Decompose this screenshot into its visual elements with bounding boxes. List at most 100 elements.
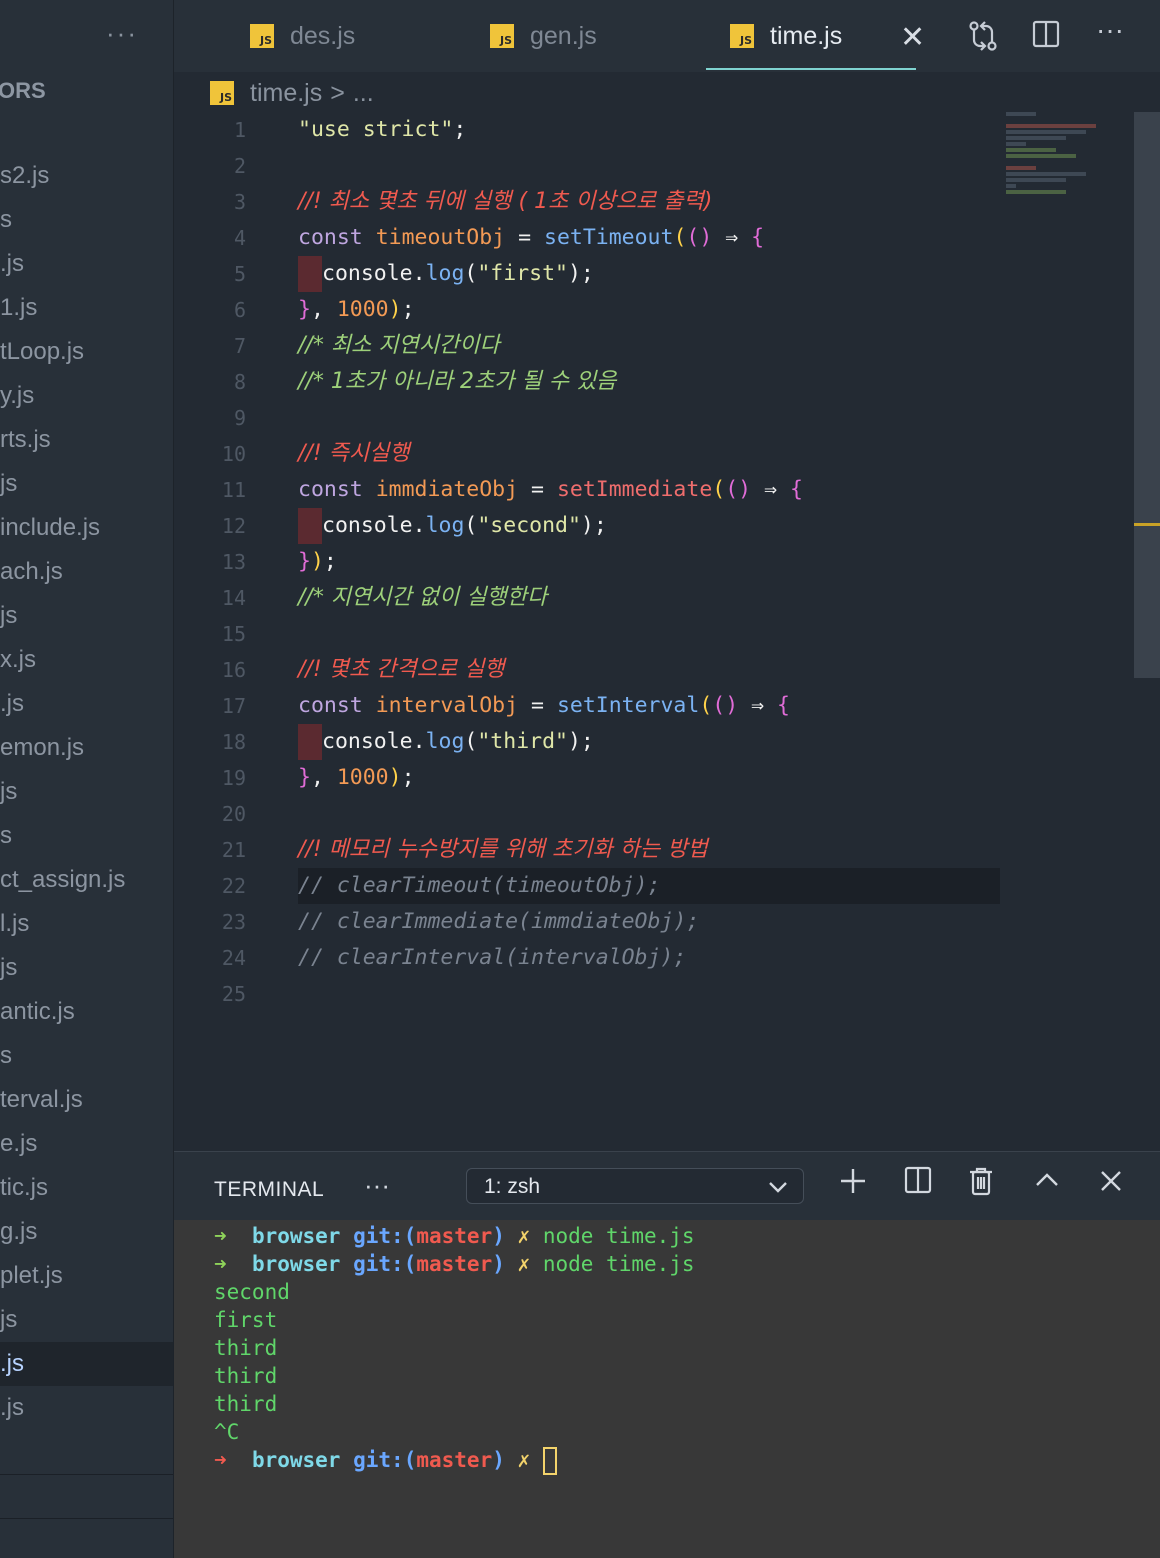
- sidebar-file-item[interactable]: emon.js: [0, 726, 173, 770]
- more-actions-icon[interactable]: ···: [364, 1170, 390, 1201]
- sidebar-file-item[interactable]: .js: [0, 242, 173, 286]
- line-number: 21: [221, 838, 246, 862]
- line-number: 17: [221, 694, 246, 718]
- sidebar-file-item[interactable]: .js: [0, 1342, 173, 1386]
- terminal-select[interactable]: 1: zsh: [466, 1168, 804, 1204]
- line-number: 1: [233, 118, 246, 142]
- line-number: 22: [221, 874, 246, 898]
- terminal-output-line: second: [214, 1280, 290, 1304]
- code-content[interactable]: "use strict"; //! 최소 몇초 뒤에 실행 ( 1초 이상으로 …: [298, 112, 1000, 1012]
- line-number: 4: [233, 226, 246, 250]
- sidebar-file-item[interactable]: .js: [0, 1386, 173, 1430]
- sidebar-file-item[interactable]: s: [0, 198, 173, 242]
- terminal-output-line: first: [214, 1308, 278, 1332]
- sidebar-file-item[interactable]: js: [0, 946, 173, 990]
- line-number-gutter: 1 2 3 4 5 6 7 8 9 10 11 12 13 14 15 16 17 18 19 20 21 22 23 24 2…: [174, 112, 272, 1012]
- sidebar-file-item[interactable]: js: [0, 462, 173, 506]
- terminal-output-line: third: [214, 1392, 278, 1416]
- code-line-7: //* 최소 지연시간이다: [298, 333, 500, 358]
- split-editor-icon[interactable]: [1032, 20, 1060, 55]
- more-actions-icon[interactable]: ···: [1096, 14, 1124, 46]
- js-file-icon: JS: [730, 24, 754, 48]
- code-line-23: // clearImmediate(immdiateObj);: [298, 909, 700, 934]
- split-terminal-icon[interactable]: [904, 1166, 932, 1202]
- prompt-arrow-icon: ➜: [214, 1224, 227, 1248]
- tab-gen-js[interactable]: JS gen.js: [490, 0, 597, 72]
- tab-terminal[interactable]: TERMINAL: [214, 1178, 324, 1202]
- close-panel-icon[interactable]: [1098, 1166, 1124, 1204]
- prompt-arrow-icon: ➜: [214, 1252, 227, 1276]
- code-line-11: const immdiateObj = setImmediate(() ⇒ {: [298, 477, 803, 502]
- close-tab-icon[interactable]: ✕: [900, 20, 925, 55]
- sidebar-file-item[interactable]: plet.js: [0, 1254, 173, 1298]
- more-actions-icon[interactable]: ···: [106, 18, 138, 49]
- sidebar-file-item[interactable]: e.js: [0, 1122, 173, 1166]
- code-line-3: //! 최소 몇초 뒤에 실행 ( 1초 이상으로 출력): [298, 189, 713, 214]
- line-number: 18: [221, 730, 246, 754]
- code-line-6: }, 1000);: [298, 297, 415, 322]
- divider: [0, 1474, 173, 1475]
- tab-des-js[interactable]: JS des.js: [250, 0, 355, 72]
- sidebar-file-item[interactable]: y.js: [0, 374, 173, 418]
- sidebar-file-item[interactable]: js: [0, 594, 173, 638]
- breadcrumb-symbols[interactable]: ...: [353, 79, 374, 108]
- new-terminal-icon[interactable]: [838, 1166, 868, 1204]
- sidebar-file-item[interactable]: terval.js: [0, 1078, 173, 1122]
- sidebar-file-item[interactable]: js: [0, 1298, 173, 1342]
- terminal-select-value: 1: zsh: [484, 1175, 541, 1198]
- line-number: 14: [221, 586, 246, 610]
- sidebar-file-item[interactable]: include.js: [0, 506, 173, 550]
- indent-guide: [298, 256, 322, 292]
- line-number: 23: [221, 910, 246, 934]
- tab-time-js[interactable]: JS time.js: [706, 0, 917, 72]
- terminal-line: ➜ browser git:(master) ✗ node time.js: [214, 1252, 695, 1276]
- trash-icon[interactable]: [968, 1166, 994, 1204]
- code-line-1: "use strict";: [298, 117, 467, 142]
- prompt-arrow-icon: ➜: [214, 1448, 227, 1472]
- line-number: 20: [221, 802, 246, 826]
- line-number: 5: [233, 262, 246, 286]
- code-line-5: console.log("first");: [298, 256, 1000, 292]
- sidebar-file-item[interactable]: rts.js: [0, 418, 173, 462]
- breadcrumb-file[interactable]: time.js: [250, 79, 322, 108]
- sidebar-file-item[interactable]: s: [0, 814, 173, 858]
- sidebar-file-item[interactable]: 1.js: [0, 286, 173, 330]
- line-number: 9: [233, 406, 246, 430]
- terminal-line: ➜ browser git:(master) ✗ node time.js: [214, 1224, 695, 1248]
- open-changes-icon[interactable]: [968, 20, 998, 59]
- terminal-output[interactable]: ➜ browser git:(master) ✗ node time.js ➜ …: [174, 1220, 1160, 1558]
- terminal-prompt-line[interactable]: ➜ browser git:(master) ✗: [214, 1446, 557, 1475]
- js-file-icon: JS: [490, 24, 514, 48]
- indent-guide: [298, 724, 322, 760]
- line-number: 15: [221, 622, 246, 646]
- sidebar-file-item[interactable]: s2.js: [0, 154, 173, 198]
- sidebar-file-item[interactable]: .js: [0, 682, 173, 726]
- sidebar-file-item[interactable]: tLoop.js: [0, 330, 173, 374]
- code-line-19: }, 1000);: [298, 765, 415, 790]
- editor-scrollbar[interactable]: [1134, 112, 1160, 678]
- sidebar-file-item[interactable]: antic.js: [0, 990, 173, 1034]
- sidebar-file-item[interactable]: s: [0, 1034, 173, 1078]
- sidebar-file-item[interactable]: g.js: [0, 1210, 173, 1254]
- code-editor[interactable]: 1 2 3 4 5 6 7 8 9 10 11 12 13 14 15 16 17 18 19 20 21 22 23 24 2…: [174, 112, 1160, 1150]
- breadcrumb[interactable]: JS time.js > ...: [210, 78, 374, 108]
- code-line-14: //* 지연시간 없이 실행한다: [298, 585, 548, 610]
- tab-label: gen.js: [530, 21, 597, 50]
- chevron-down-icon: [767, 1171, 789, 1207]
- sidebar-file-item[interactable]: ct_assign.js: [0, 858, 173, 902]
- sidebar-file-item[interactable]: l.js: [0, 902, 173, 946]
- code-line-18: console.log("third");: [298, 724, 1000, 760]
- minimap[interactable]: [1006, 112, 1134, 212]
- maximize-panel-icon[interactable]: [1034, 1166, 1060, 1204]
- sidebar-file-item[interactable]: ach.js: [0, 550, 173, 594]
- line-number: 16: [221, 658, 246, 682]
- sidebar-file-item[interactable]: tic.js: [0, 1166, 173, 1210]
- sidebar-file-item[interactable]: x.js: [0, 638, 173, 682]
- editor-tab-bar: JS des.js JS gen.js JS time.js ✕ ···: [174, 0, 1160, 72]
- sidebar-file-item[interactable]: js: [0, 770, 173, 814]
- line-number: 6: [233, 298, 246, 322]
- code-line-17: const intervalObj = setInterval(() ⇒ {: [298, 693, 790, 718]
- line-number: 11: [221, 478, 246, 502]
